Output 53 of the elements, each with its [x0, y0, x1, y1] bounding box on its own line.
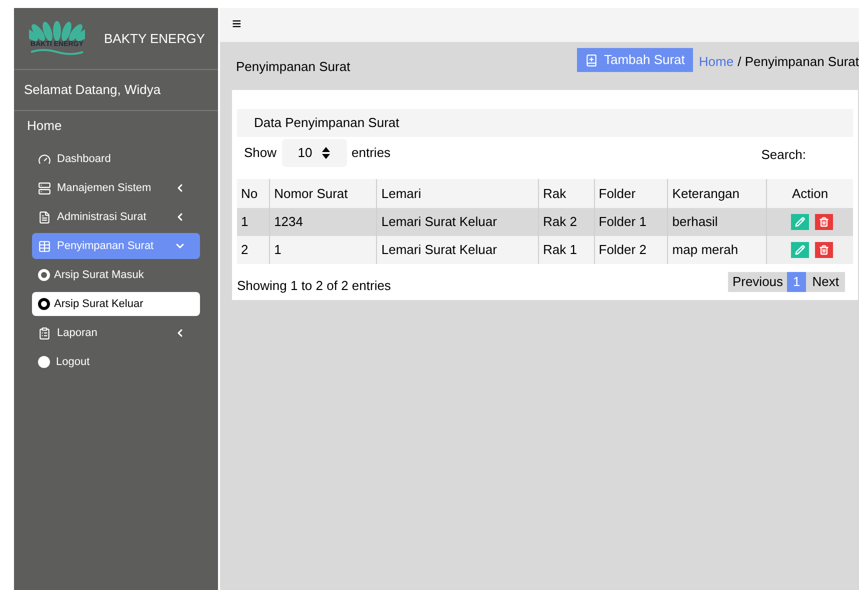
table-cell: 1234 — [270, 208, 377, 236]
card-title: Data Penyimpanan Surat — [254, 114, 400, 132]
trash-icon — [819, 245, 829, 255]
page-size-select[interactable]: 10 — [282, 139, 347, 167]
pencil-icon — [795, 245, 805, 255]
table-cell: Rak 1 — [538, 236, 594, 264]
brand-name: BAKTY ENERGY — [104, 30, 205, 48]
fan-leaf-icon — [29, 21, 85, 41]
entries-label: entries — [352, 144, 392, 162]
gauge-icon — [38, 152, 51, 166]
previous-button[interactable]: Previous — [728, 272, 788, 292]
table-icon — [38, 240, 51, 252]
table-cell: Rak 2 — [538, 208, 594, 236]
clipboard-icon — [38, 326, 51, 340]
book-plus-icon — [584, 54, 598, 66]
nav-item[interactable]: Administrasi Surat — [32, 204, 200, 230]
next-button[interactable]: Next — [806, 272, 845, 292]
section-heading: Home — [27, 117, 62, 136]
nav-subitem[interactable]: Arsip Surat Masuk — [32, 263, 200, 287]
welcome-text: Selamat Datang, Widya — [24, 81, 161, 100]
sort-icon — [322, 147, 330, 159]
breadcrumb-current: / Penyimpanan Surat — [738, 53, 859, 71]
edit-button[interactable] — [791, 242, 809, 258]
delete-button[interactable] — [815, 214, 833, 230]
table-cell: 1 — [270, 236, 377, 264]
nav-subitem[interactable]: Arsip Surat Keluar — [32, 292, 200, 316]
wave-icon — [29, 48, 85, 56]
edit-button[interactable] — [791, 214, 809, 230]
column-header: Action — [766, 179, 853, 208]
search-label: Search: — [761, 146, 806, 164]
table-cell: 1 — [237, 208, 270, 236]
nav-item[interactable]: Logout — [32, 349, 200, 375]
delete-button[interactable] — [815, 242, 833, 258]
menu-toggle[interactable]: ≡ — [232, 13, 242, 37]
show-label: Show — [244, 144, 277, 162]
table-cell: Folder 2 — [594, 236, 668, 264]
pencil-icon — [795, 217, 805, 227]
nav-item[interactable]: Dashboard — [32, 146, 200, 172]
nav-item[interactable]: Manajemen Sistem — [32, 175, 200, 201]
table-cell: berhasil — [668, 208, 767, 236]
table-cell: Folder 1 — [594, 208, 668, 236]
nav-item[interactable]: Laporan — [32, 320, 200, 346]
table-cell: 2 — [237, 236, 270, 264]
document-icon — [38, 210, 51, 224]
ring-icon — [38, 269, 50, 281]
table-info: Showing 1 to 2 of 2 entries — [237, 277, 392, 295]
trash-icon — [819, 217, 829, 227]
table-cell: Lemari Surat Keluar — [376, 236, 539, 264]
server-icon — [38, 182, 51, 194]
ring-icon — [38, 298, 50, 310]
table-cell: Lemari Surat Keluar — [376, 208, 539, 236]
page-title: Penyimpanan Surat — [236, 58, 352, 76]
table-cell: map merah — [668, 236, 767, 264]
